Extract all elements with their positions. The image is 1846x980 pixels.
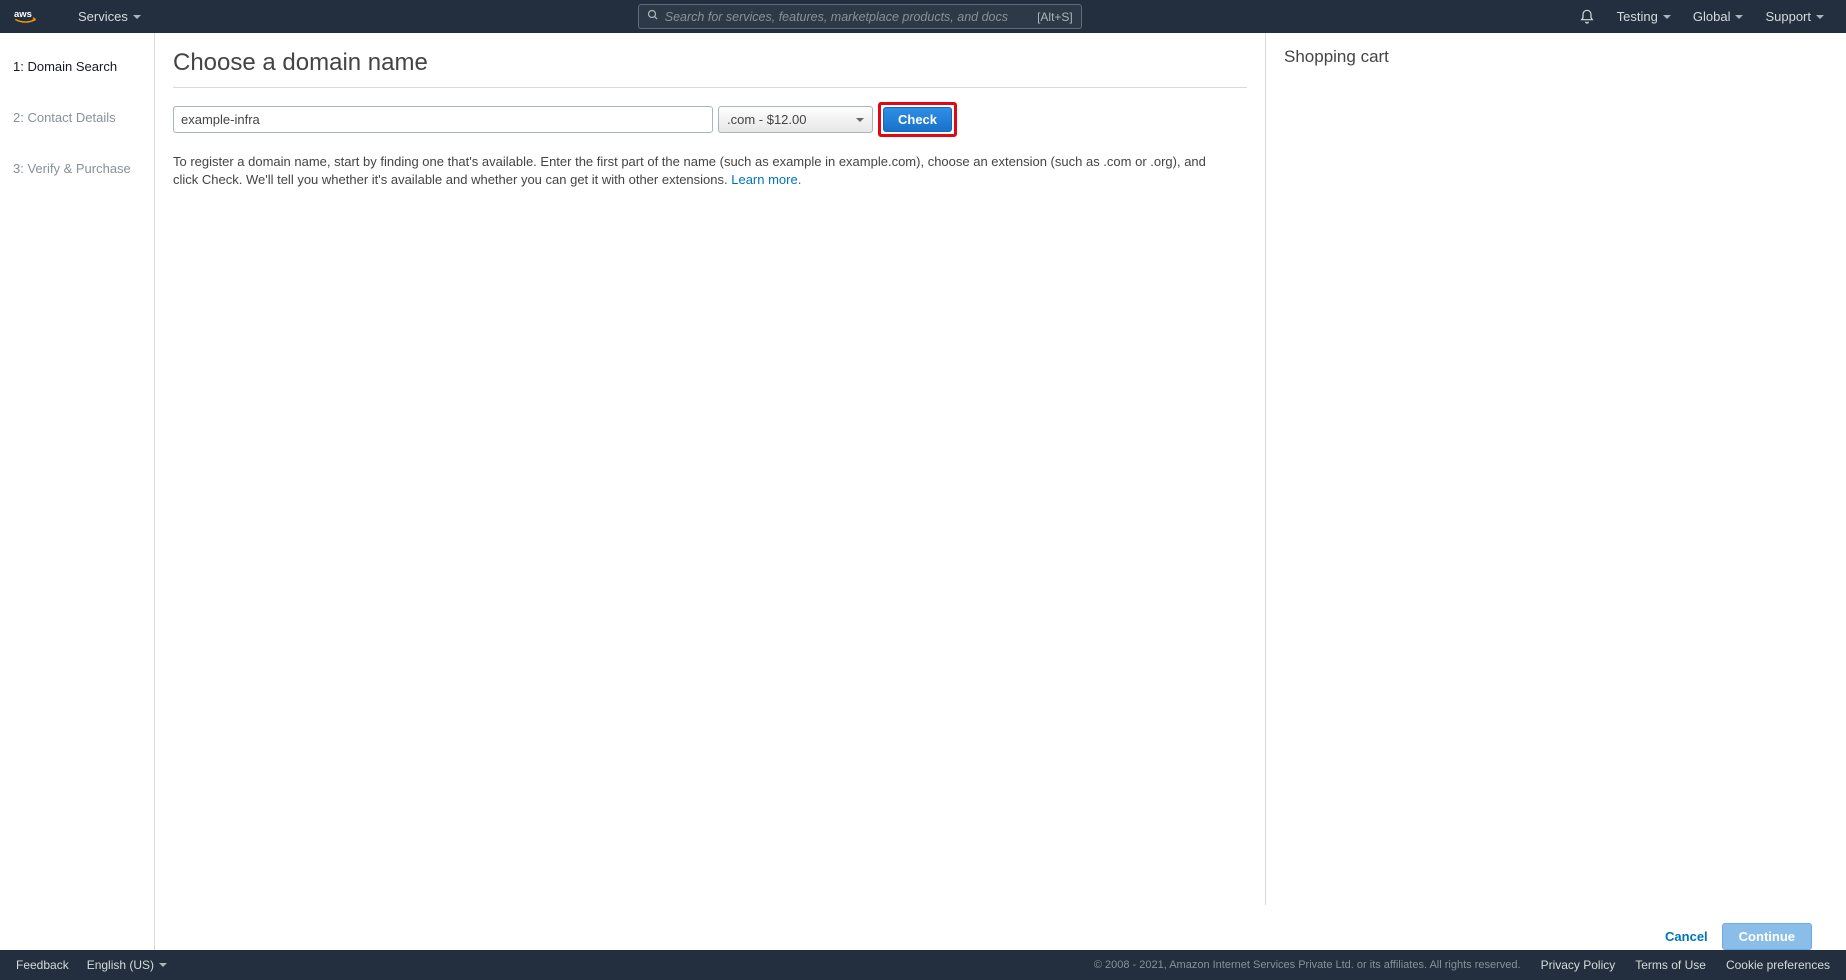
cookie-link[interactable]: Cookie preferences — [1726, 958, 1830, 972]
support-label: Support — [1765, 9, 1811, 24]
step-verify-purchase[interactable]: 3: Verify & Purchase — [0, 153, 154, 204]
privacy-link[interactable]: Privacy Policy — [1541, 958, 1616, 972]
caret-down-icon — [1663, 15, 1671, 19]
shopping-cart-panel: Shopping cart — [1265, 33, 1515, 905]
check-highlight: Check — [878, 102, 957, 137]
step-contact-details[interactable]: 2: Contact Details — [0, 102, 154, 153]
wizard-actions: Cancel Continue — [155, 905, 1846, 950]
region-label: Global — [1693, 9, 1731, 24]
step-label: 1: Domain Search — [13, 59, 117, 74]
search-shortcut: [Alt+S] — [1037, 10, 1073, 24]
learn-more-link[interactable]: Learn more. — [731, 172, 801, 187]
search-wrap: [Alt+S] — [149, 4, 1571, 29]
nav-right: Testing Global Support — [1571, 9, 1832, 25]
top-nav: aws Services [Alt+S] Testing — [0, 0, 1846, 33]
caret-down-icon — [133, 15, 141, 19]
caret-down-icon — [159, 963, 167, 967]
check-label: Check — [898, 112, 937, 127]
tld-dropdown[interactable]: .com - $12.00 — [718, 106, 873, 133]
footer-right: © 2008 - 2021, Amazon Internet Services … — [1094, 958, 1830, 972]
search-input[interactable] — [665, 10, 1037, 24]
notifications-icon[interactable] — [1571, 9, 1603, 25]
region-menu[interactable]: Global — [1685, 9, 1752, 24]
footer: Feedback English (US) © 2008 - 2021, Ama… — [0, 950, 1846, 980]
continue-label: Continue — [1739, 929, 1795, 944]
divider — [173, 87, 1247, 88]
terms-link[interactable]: Terms of Use — [1635, 958, 1706, 972]
step-label: 2: Contact Details — [13, 110, 116, 125]
continue-button[interactable]: Continue — [1722, 923, 1812, 950]
caret-down-icon — [1816, 15, 1824, 19]
account-menu[interactable]: Testing — [1609, 9, 1679, 24]
caret-down-icon — [856, 118, 864, 122]
copyright-text: © 2008 - 2021, Amazon Internet Services … — [1094, 959, 1521, 971]
step-label: 3: Verify & Purchase — [13, 161, 131, 176]
content: Choose a domain name .com - $12.00 Check — [155, 33, 1846, 905]
language-label: English (US) — [87, 958, 154, 972]
page-title: Choose a domain name — [173, 49, 1247, 87]
instructions-body: To register a domain name, start by find… — [173, 154, 1206, 187]
cart-title: Shopping cart — [1284, 47, 1497, 67]
svg-text:aws: aws — [14, 9, 32, 20]
domain-search-row: .com - $12.00 Check — [173, 102, 1247, 137]
step-domain-search[interactable]: 1: Domain Search — [0, 51, 154, 102]
tld-value: .com - $12.00 — [727, 112, 807, 127]
check-button[interactable]: Check — [883, 107, 952, 132]
caret-down-icon — [1735, 15, 1743, 19]
main-area: 1: Domain Search 2: Contact Details 3: V… — [0, 33, 1846, 950]
search-icon — [647, 9, 659, 24]
feedback-link[interactable]: Feedback — [16, 958, 69, 972]
language-menu[interactable]: English (US) — [87, 958, 167, 972]
center-panel: Choose a domain name .com - $12.00 Check — [155, 33, 1265, 905]
aws-logo[interactable]: aws — [14, 8, 52, 26]
global-search[interactable]: [Alt+S] — [638, 4, 1082, 29]
account-label: Testing — [1617, 9, 1658, 24]
footer-left: Feedback English (US) — [16, 958, 167, 972]
content-outer: Choose a domain name .com - $12.00 Check — [155, 33, 1846, 950]
domain-name-input[interactable] — [173, 106, 713, 133]
services-label: Services — [78, 9, 128, 24]
wizard-sidebar: 1: Domain Search 2: Contact Details 3: V… — [0, 33, 155, 950]
support-menu[interactable]: Support — [1757, 9, 1832, 24]
instructions-text: To register a domain name, start by find… — [173, 153, 1233, 188]
cancel-button[interactable]: Cancel — [1665, 929, 1708, 944]
services-menu[interactable]: Services — [70, 9, 149, 24]
